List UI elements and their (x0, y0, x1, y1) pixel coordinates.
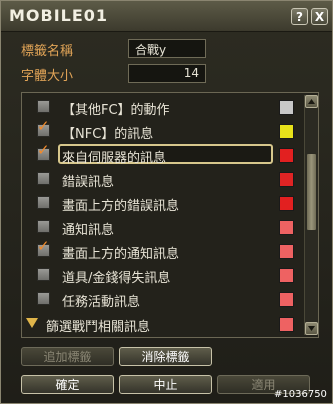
close-button[interactable]: X (311, 8, 328, 25)
tag-name-input[interactable]: 合戰y (128, 39, 206, 58)
triangle-down-icon (308, 326, 315, 331)
row-color-swatch[interactable] (279, 172, 294, 187)
check-icon: ✓ (37, 141, 50, 159)
list-item[interactable]: ✓ 畫面上方的通知訊息 (22, 239, 304, 262)
watermark-id: #1036750 (274, 389, 327, 400)
row-color-swatch[interactable] (279, 124, 294, 139)
scroll-up-button[interactable] (305, 95, 318, 108)
row-color-swatch[interactable] (279, 268, 294, 283)
check-icon: ✓ (37, 117, 50, 135)
chat-tag-settings-window: MOBILE01 ? X 標籤名稱 合戰y 字體大小 14 【其他FC】的動作 ✓… (0, 0, 333, 404)
category-row[interactable]: 篩選戰鬥相關訊息 (22, 313, 304, 335)
remove-tag-button[interactable]: 消除標籤 (119, 347, 212, 366)
row-color-swatch[interactable] (279, 292, 294, 307)
tag-name-value: 合戰y (135, 43, 167, 57)
row-checkbox[interactable]: ✓ (37, 239, 50, 257)
list-item[interactable]: 任務活動訊息 (22, 288, 304, 310)
list-item[interactable]: 通知訊息 (22, 216, 304, 238)
list-item[interactable]: 錯誤訊息 (22, 168, 304, 190)
row-label: 來自伺服器的訊息 (62, 151, 167, 166)
add-tag-label: 追加標籤 (43, 350, 92, 364)
help-button[interactable]: ? (291, 8, 308, 25)
row-checkbox[interactable] (37, 220, 50, 233)
row-color-swatch[interactable] (279, 244, 294, 259)
row-checkbox[interactable]: ✓ (37, 119, 50, 137)
close-icon: X (314, 9, 325, 24)
cancel-label: 中止 (153, 378, 178, 392)
ok-label: 確定 (55, 378, 80, 392)
remove-tag-label: 消除標籤 (141, 350, 190, 364)
category-label: 篩選戰鬥相關訊息 (46, 320, 151, 335)
row-label: 畫面上方的通知訊息 (62, 247, 180, 262)
ok-button[interactable]: 確定 (21, 375, 114, 394)
row-checkbox[interactable] (37, 172, 50, 185)
row-label: 【NFC】的訊息 (62, 127, 154, 142)
row-label: 通知訊息 (62, 223, 115, 238)
row-label: 任務活動訊息 (62, 295, 141, 310)
row-label: 畫面上方的錯誤訊息 (62, 199, 180, 214)
help-icon: ? (296, 9, 303, 24)
row-color-swatch[interactable] (279, 220, 294, 235)
scroll-down-button[interactable] (305, 322, 318, 335)
list-item[interactable]: 道具/金錢得失訊息 (22, 264, 304, 286)
scroll-thumb[interactable] (306, 153, 317, 231)
row-checkbox[interactable] (37, 196, 50, 209)
chevron-down-icon (26, 318, 38, 328)
message-filter-list: 【其他FC】的動作 ✓ 【NFC】的訊息 ✓ 來自伺服器的訊息 錯誤訊息畫面上方的錯誤訊息… (21, 92, 319, 338)
row-checkbox[interactable] (37, 100, 50, 113)
row-label: 道具/金錢得失訊息 (62, 271, 171, 286)
row-color-swatch[interactable] (279, 100, 294, 115)
row-checkbox[interactable] (37, 292, 50, 305)
row-label: 【其他FC】的動作 (62, 103, 170, 118)
window-title: MOBILE01 (9, 6, 109, 25)
tag-name-label: 標籤名稱 (21, 44, 74, 59)
triangle-up-icon (308, 99, 315, 104)
list-item[interactable]: 【其他FC】的動作 (22, 96, 304, 118)
row-checkbox[interactable]: ✓ (37, 143, 50, 161)
apply-label: 適用 (251, 378, 276, 392)
row-color-swatch[interactable] (279, 148, 294, 163)
list-scrollbar[interactable] (304, 95, 318, 335)
add-tag-button[interactable]: 追加標籤 (21, 347, 114, 366)
font-size-input[interactable]: 14 (128, 64, 206, 83)
font-size-value: 14 (183, 66, 199, 80)
row-color-swatch[interactable] (279, 196, 294, 211)
list-item[interactable]: ✓ 來自伺服器的訊息 (22, 143, 304, 166)
font-size-label: 字體大小 (21, 69, 74, 84)
list-item[interactable]: ✓ 【NFC】的訊息 (22, 119, 304, 142)
category-color-swatch[interactable] (279, 317, 294, 332)
cancel-button[interactable]: 中止 (119, 375, 212, 394)
check-icon: ✓ (37, 237, 50, 255)
list-item[interactable]: 畫面上方的錯誤訊息 (22, 192, 304, 214)
title-bar[interactable]: MOBILE01 ? X (1, 1, 332, 32)
row-checkbox[interactable] (37, 268, 50, 281)
row-label: 錯誤訊息 (62, 175, 115, 190)
